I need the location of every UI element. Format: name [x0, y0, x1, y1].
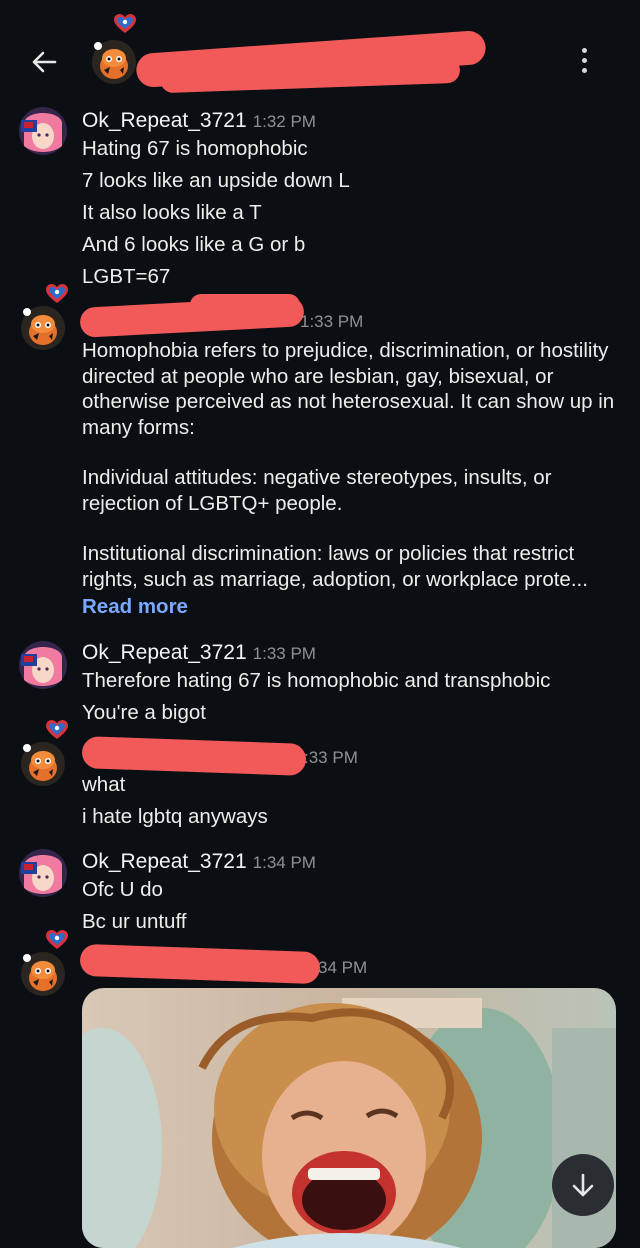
avatar[interactable]: [18, 640, 68, 690]
avatar[interactable]: [18, 848, 68, 898]
message-header: Ok_Repeat_3721 1:33 PM: [82, 640, 316, 667]
back-button[interactable]: [24, 42, 64, 82]
heart-badge-icon: [46, 930, 68, 949]
read-more-link[interactable]: Read more: [82, 594, 188, 620]
redacted-username: [190, 294, 300, 316]
message-text: Institutional discrimination: laws or po…: [82, 542, 588, 591]
chat-header: [0, 0, 640, 106]
message-text: Individual attitudes: negative stereotyp…: [82, 466, 552, 515]
redacted-username: [81, 736, 307, 776]
message-text: LGBT=67: [82, 265, 171, 288]
timestamp: 1:34 PM: [252, 853, 316, 872]
avatar[interactable]: [18, 284, 68, 350]
message-text: It also looks like a T: [82, 201, 262, 224]
arrow-left-icon: [32, 51, 57, 73]
message-header: Ok_Repeat_3721 1:32 PM: [82, 108, 316, 135]
heart-badge-icon: [46, 284, 68, 303]
chat-avatar[interactable]: [90, 14, 138, 84]
heart-badge-icon: [46, 720, 68, 739]
message-text: You're a bigot: [82, 701, 206, 724]
timestamp: :33 PM: [304, 748, 358, 767]
avatar[interactable]: [18, 720, 68, 786]
timestamp: 34 PM: [318, 958, 368, 977]
message-text: Bc ur untuff: [82, 910, 187, 933]
timestamp: 1:32 PM: [252, 112, 316, 131]
message-text: i hate lgbtq anyways: [82, 805, 268, 828]
message-text: Hating 67 is homophobic: [82, 137, 308, 160]
message-header: Ok_Repeat_3721 1:34 PM: [82, 849, 316, 876]
scroll-to-bottom-button[interactable]: [552, 1154, 614, 1216]
avatar[interactable]: [18, 106, 68, 156]
message-text: Homophobia refers to prejudice, discrimi…: [82, 339, 615, 439]
avatar[interactable]: [18, 930, 68, 996]
message-text: 7 looks like an upside down L: [82, 169, 350, 192]
more-menu-button[interactable]: [574, 40, 594, 80]
username[interactable]: Ok_Repeat_3721: [82, 109, 247, 132]
username[interactable]: Ok_Repeat_3721: [82, 850, 247, 873]
laughing-woman-gif[interactable]: [82, 988, 616, 1248]
message-text: And 6 looks like a G or b: [82, 233, 306, 256]
username[interactable]: Ok_Repeat_3721: [82, 641, 247, 664]
more-vertical-icon: [581, 47, 587, 53]
message-text: Therefore hating 67 is homophobic and tr…: [82, 669, 551, 692]
arrow-down-icon: [572, 1173, 594, 1197]
redacted-username: [79, 943, 321, 985]
timestamp: 1:33 PM: [300, 312, 364, 331]
message-text: what: [82, 773, 126, 796]
message-text: Ofc U do: [82, 878, 163, 901]
heart-badge-icon: [114, 14, 136, 33]
timestamp: 1:33 PM: [252, 644, 316, 663]
